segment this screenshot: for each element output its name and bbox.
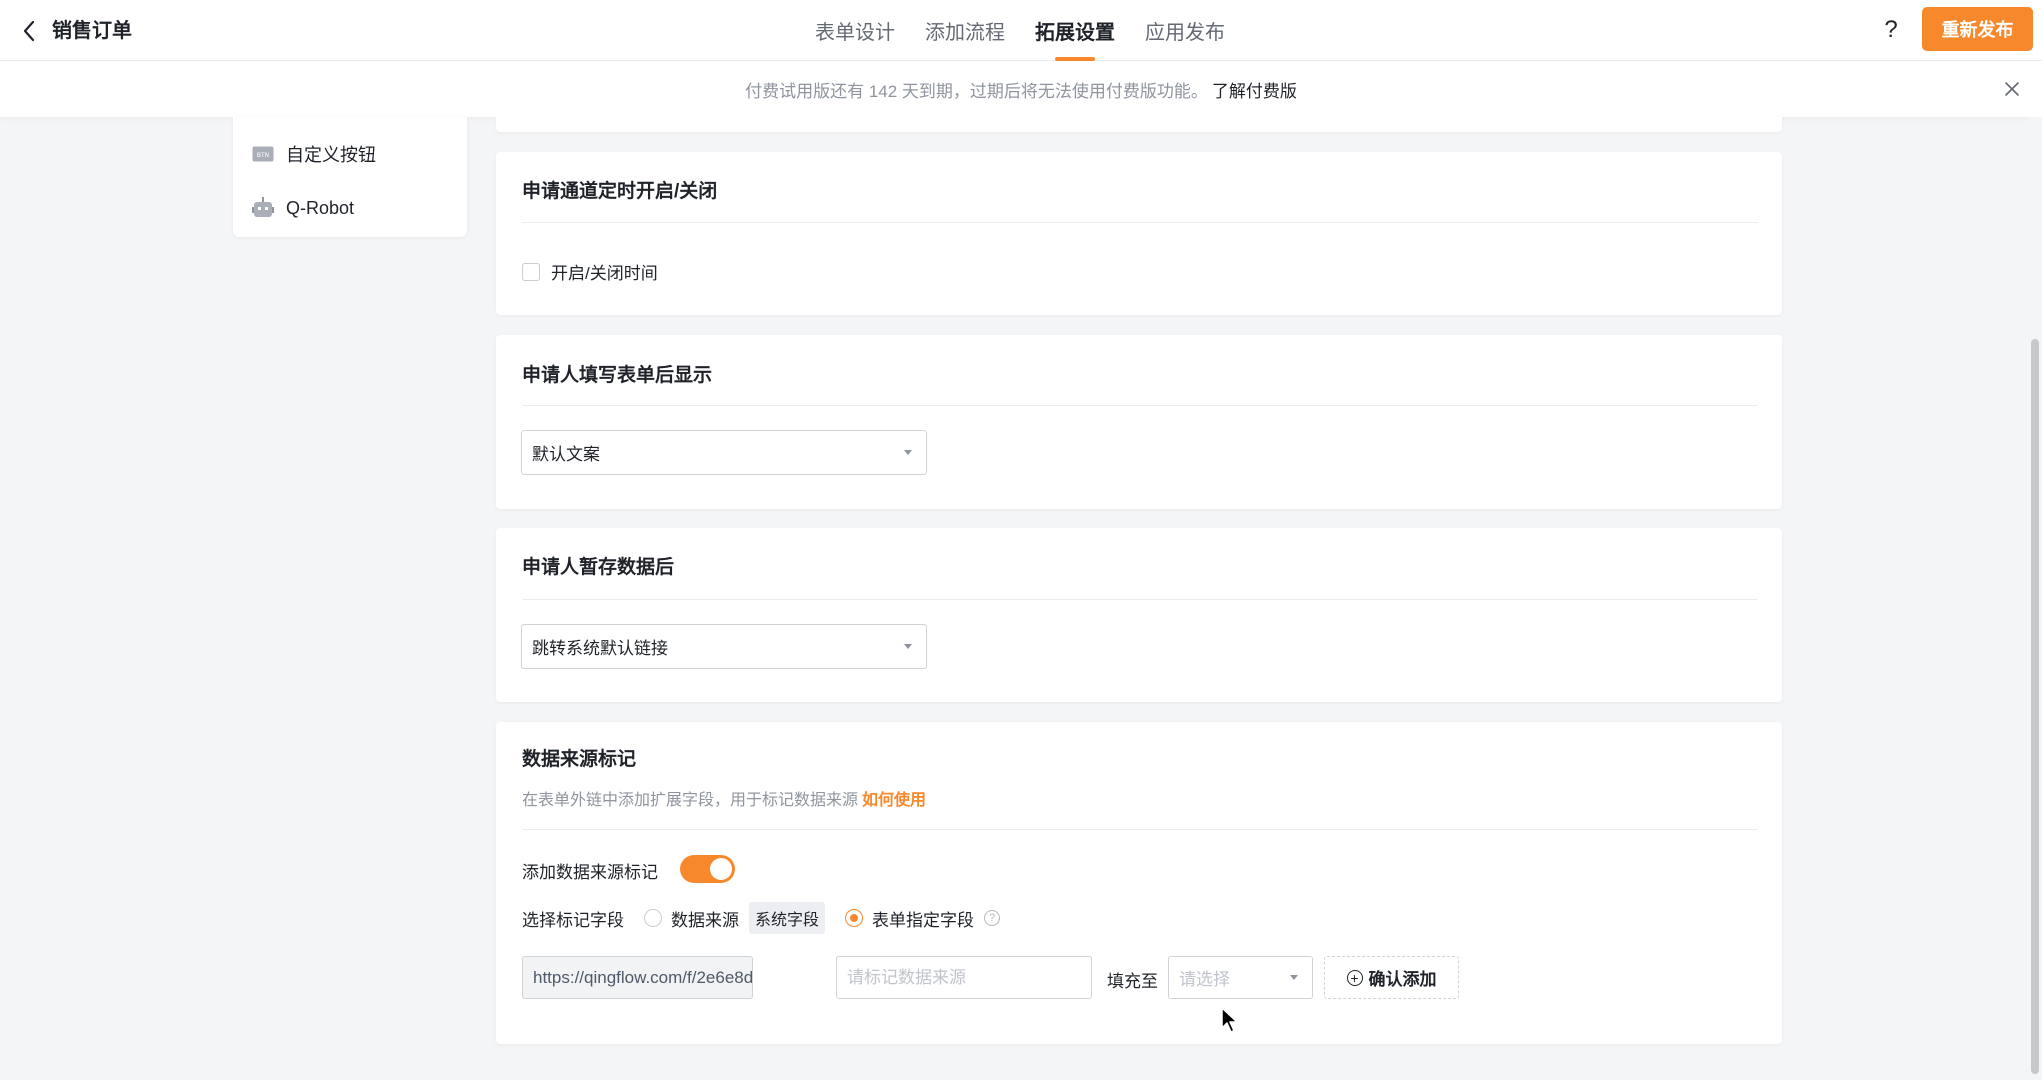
confirm-add-button[interactable]: + 确认添加 (1324, 956, 1459, 999)
trial-notice-text: 付费试用版还有 142 天到期，过期后将无法使用付费版功能。 (745, 81, 1208, 101)
after-submit-select[interactable]: 默认文案 (521, 430, 927, 475)
top-header: 销售订单 表单设计 添加流程 拓展设置 应用发布 ? 重新发布 (0, 0, 2042, 61)
field-radio-group: 数据来源 系统字段 表单指定字段 ? (644, 902, 1001, 934)
source-mark-title: 数据来源标记 (522, 749, 637, 770)
form-url-display: https://qingflow.com/f/2e6e8de2?... (522, 956, 753, 999)
scrollbar-thumb[interactable] (2031, 339, 2039, 1074)
field-select-label: 选择标记字段 (522, 911, 624, 930)
settings-sidebar: BTN 自定义按钮 Q-Robot (233, 117, 467, 237)
select-value: 默认文案 (532, 445, 600, 464)
btn-icon: BTN (252, 143, 274, 165)
caret-down-icon (1290, 975, 1298, 980)
divider (522, 222, 1758, 223)
source-mark-subtitle: 在表单外链中添加扩展字段，用于标记数据来源 如何使用 (522, 786, 926, 810)
radio-form-field[interactable]: 表单指定字段 ? (845, 906, 1001, 931)
svg-text:BTN: BTN (257, 152, 269, 159)
caret-down-icon (904, 450, 912, 455)
select-placeholder: 请选择 (1179, 970, 1230, 989)
fill-target-select[interactable]: 请选择 (1168, 956, 1313, 999)
after-save-title: 申请人暂存数据后 (522, 557, 675, 578)
after-submit-card: 申请人填写表单后显示 默认文案 (496, 335, 1782, 509)
learn-paid-link[interactable]: 了解付费版 (1212, 77, 1297, 102)
tab-app-publish[interactable]: 应用发布 (1130, 0, 1240, 61)
source-mark-toggle[interactable] (680, 855, 735, 883)
divider (522, 829, 1758, 830)
sidebar-item-label: 自定义按钮 (286, 145, 376, 165)
checkbox-box[interactable] (522, 262, 540, 281)
checkbox-label: 开启/关闭时间 (551, 264, 658, 283)
schedule-checkbox[interactable]: 开启/关闭时间 (522, 259, 658, 284)
radio-label: 数据来源 (671, 910, 739, 930)
source-mark-card: 数据来源标记 在表单外链中添加扩展字段，用于标记数据来源 如何使用 添加数据来源标… (496, 722, 1782, 1044)
radio-label: 表单指定字段 (872, 910, 975, 930)
main-tabs: 表单设计 添加流程 拓展设置 应用发布 (800, 0, 1240, 61)
tab-form-design[interactable]: 表单设计 (800, 0, 910, 61)
help-icon[interactable]: ? (1876, 13, 1906, 47)
subtitle-text: 在表单外链中添加扩展字段，用于标记数据来源 (522, 792, 859, 809)
app-title: 销售订单 (52, 20, 132, 42)
close-icon[interactable] (2000, 77, 2024, 101)
sidebar-item-custom-button[interactable]: BTN 自定义按钮 (233, 134, 467, 174)
divider (522, 405, 1758, 406)
republish-button[interactable]: 重新发布 (1922, 7, 2033, 51)
toggle-knob (710, 858, 732, 880)
radio-circle[interactable] (644, 909, 662, 927)
sidebar-item-label: Q-Robot (286, 197, 355, 218)
schedule-title: 申请通道定时开启/关闭 (522, 181, 718, 202)
after-submit-title: 申请人填写表单后显示 (522, 365, 713, 386)
after-save-card: 申请人暂存数据后 跳转系统默认链接 (496, 528, 1782, 702)
sidebar-item-q-robot[interactable]: Q-Robot (233, 188, 467, 228)
radio-data-source[interactable]: 数据来源 系统字段 (644, 902, 826, 934)
question-icon[interactable]: ? (984, 910, 1001, 926)
back-button[interactable] (14, 16, 44, 46)
caret-down-icon (904, 644, 912, 649)
after-save-select[interactable]: 跳转系统默认链接 (521, 624, 927, 669)
trial-notice-bar: 付费试用版还有 142 天到期，过期后将无法使用付费版功能。 了解付费版 (0, 61, 2042, 117)
select-value: 跳转系统默认链接 (532, 639, 668, 658)
toggle-label: 添加数据来源标记 (522, 863, 658, 882)
tab-add-flow[interactable]: 添加流程 (910, 0, 1020, 61)
fill-to-label: 填充至 (1107, 972, 1158, 991)
how-to-use-link[interactable]: 如何使用 (862, 792, 926, 809)
confirm-add-label: 确认添加 (1368, 970, 1437, 989)
radio-circle-checked[interactable] (845, 909, 864, 927)
chevron-left-icon (23, 20, 35, 42)
divider (522, 599, 1758, 600)
source-mark-input[interactable] (836, 956, 1092, 999)
mouse-cursor-icon (1221, 1007, 1238, 1033)
page-scrollbar[interactable] (2028, 117, 2042, 1080)
schedule-card: 申请通道定时开启/关闭 开启/关闭时间 (496, 152, 1782, 315)
system-field-tag: 系统字段 (749, 902, 826, 934)
tab-extension-settings[interactable]: 拓展设置 (1020, 0, 1130, 61)
plus-circle-icon: + (1346, 969, 1363, 986)
previous-card (496, 117, 1782, 132)
robot-icon (252, 197, 274, 219)
